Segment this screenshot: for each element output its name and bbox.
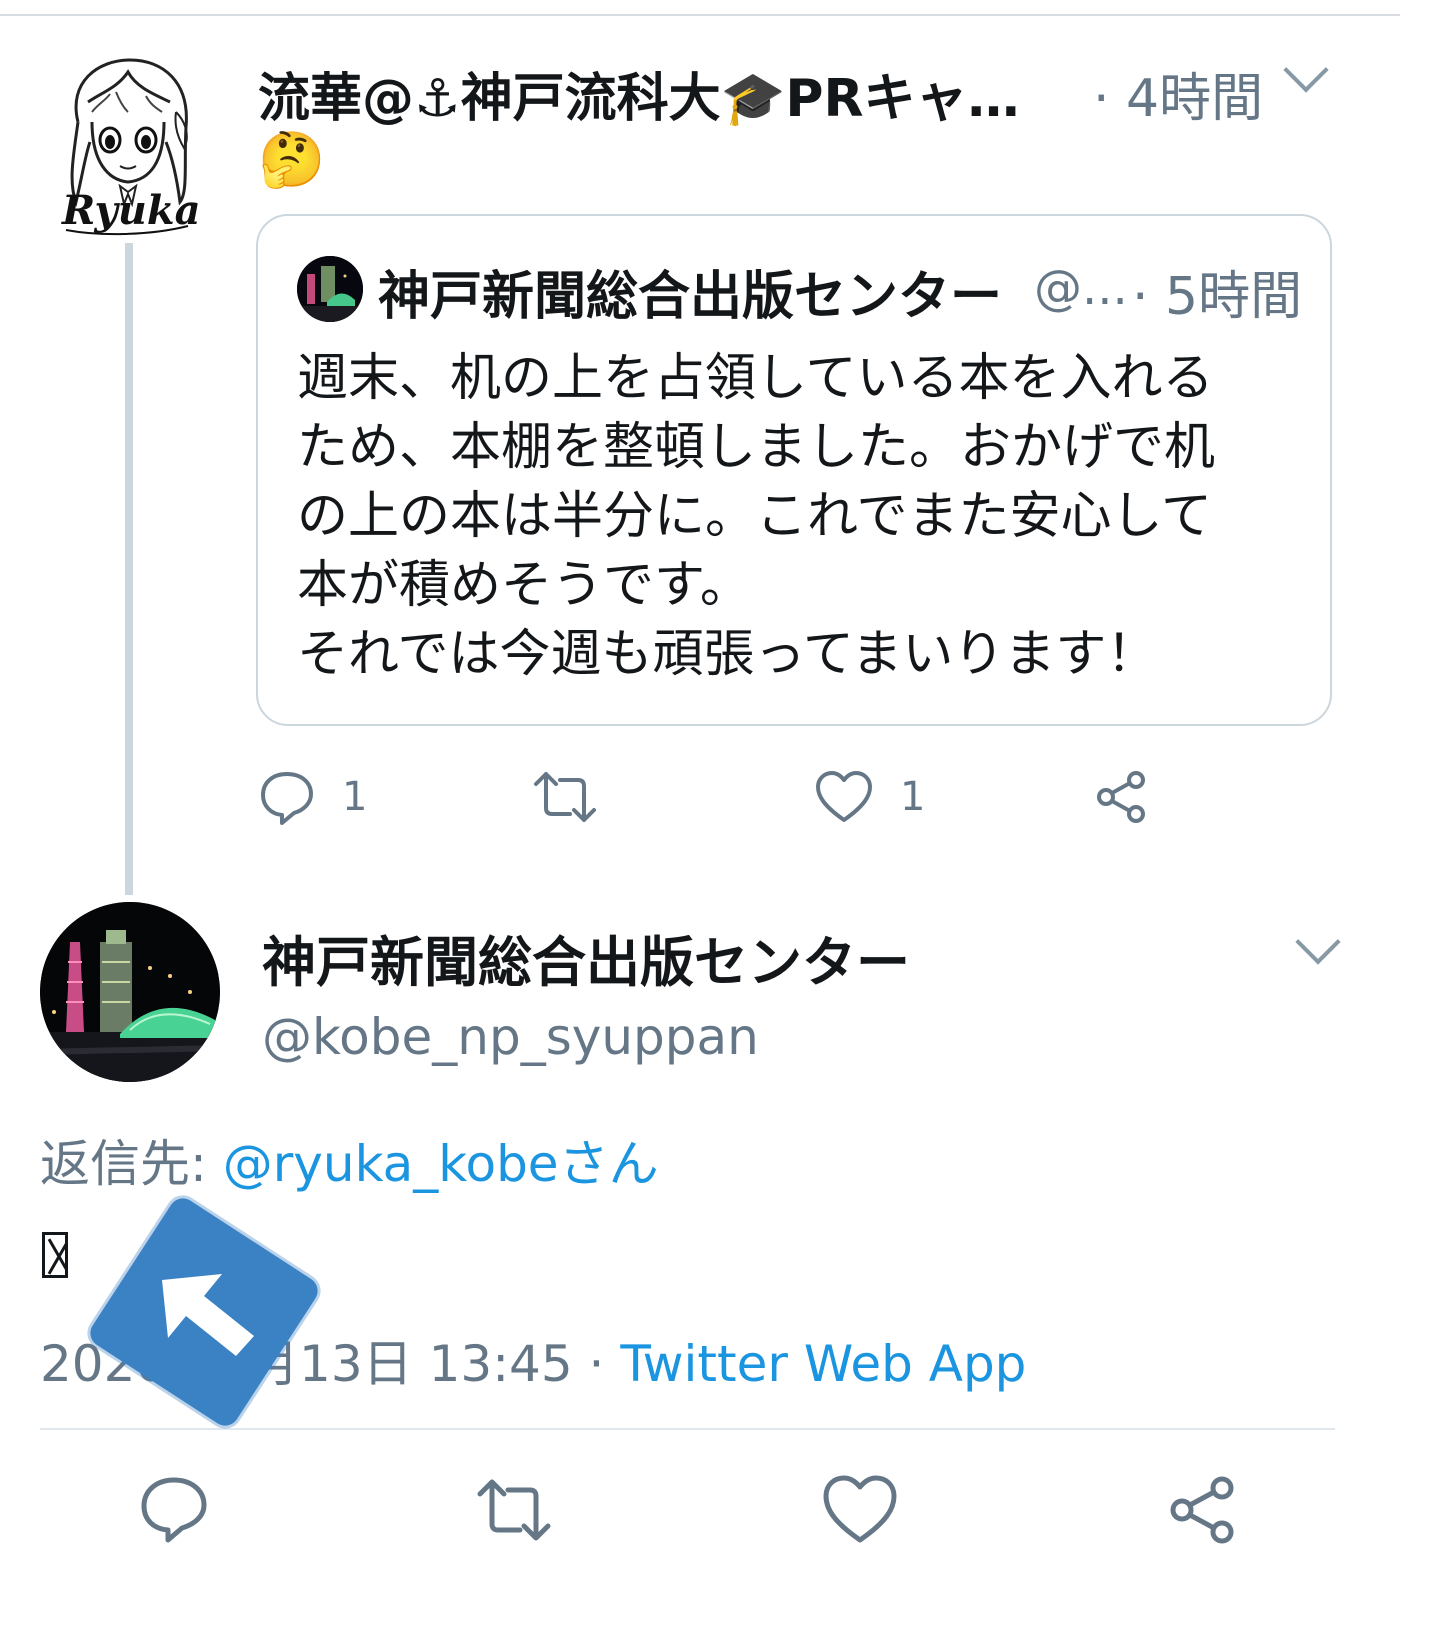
like-count: 1 <box>900 774 926 820</box>
reply-target-link[interactable]: @ryuka_kobeさん <box>223 1135 659 1193</box>
quoted-author-avatar <box>297 256 363 322</box>
share-button[interactable] <box>1092 762 1150 832</box>
quoted-text-line: 本が積めそうです。 <box>297 556 751 615</box>
share-button[interactable] <box>1164 1470 1244 1550</box>
quoted-text-line: ため、本棚を整頓しました。おかげで机 <box>297 418 1216 477</box>
author-avatar[interactable]: Ryuka <box>58 52 201 242</box>
thinking-face-emoji: 🤔 <box>258 128 326 191</box>
action-divider <box>40 1428 1335 1430</box>
like-icon <box>816 771 872 822</box>
like-button[interactable]: 1 <box>814 762 925 832</box>
author-name[interactable]: 流華@⚓神戸流科大🎓PRキャ… <box>258 56 1020 131</box>
missing-glyph-box <box>42 1232 68 1278</box>
retweet-icon <box>477 1479 551 1541</box>
quoted-author-name: 神戸新聞総合出版センター <box>378 267 1003 327</box>
thread-connector-line <box>125 243 133 895</box>
reply-prefix: 返信先: <box>40 1135 223 1193</box>
quoted-tweet-text: 週末、机の上を占領している本を入れる ため、本棚を整頓しました。おかげで机 の上… <box>297 344 1307 689</box>
quoted-author-handle: @... <box>1034 260 1128 316</box>
quoted-text-line: それでは今週も頑張ってまいります！ <box>297 625 1158 684</box>
quoted-text-line: 週末、机の上を占領している本を入れる <box>297 349 1214 408</box>
share-icon <box>1170 1476 1234 1544</box>
quoted-tweet-card[interactable]: 神戸新聞総合出版センター @... · 5時間 週末、机の上を占領している本を入… <box>256 214 1332 726</box>
reply-button[interactable]: 1 <box>258 762 367 832</box>
share-icon <box>1097 771 1145 823</box>
top-divider <box>0 14 1400 16</box>
main-author-avatar[interactable] <box>40 902 220 1082</box>
reply-count: 1 <box>342 774 368 820</box>
retweet-icon <box>534 772 596 822</box>
tweet-actions-bar: 1 1 <box>258 762 1218 832</box>
chevron-down-icon[interactable] <box>1283 47 1329 93</box>
reply-icon <box>261 772 313 825</box>
retweet-button[interactable] <box>532 762 598 832</box>
tweet-header: 流華@⚓神戸流科大🎓PRキャ… · 4時間 <box>258 47 1358 129</box>
reply-icon <box>141 1477 207 1543</box>
retweet-button[interactable] <box>474 1470 554 1550</box>
main-author-name[interactable]: 神戸新聞総合出版センター <box>262 918 910 997</box>
tweet-timestamp[interactable]: · 4時間 <box>1093 56 1263 131</box>
tweet-source-link[interactable]: Twitter Web App <box>620 1335 1026 1393</box>
like-button[interactable] <box>820 1470 900 1550</box>
quoted-text-line: の上の本は半分に。これでまた安心して <box>297 487 1212 546</box>
quoted-tweet-timestamp: · 5時間 <box>1132 267 1303 327</box>
replying-to: 返信先: @ryuka_kobeさん <box>40 1124 659 1196</box>
svg-text:Ryuka: Ryuka <box>61 187 198 234</box>
chevron-down-icon[interactable] <box>1295 919 1341 965</box>
reply-button[interactable] <box>134 1470 214 1550</box>
like-icon <box>823 1475 897 1543</box>
main-author-handle[interactable]: @kobe_np_syuppan <box>262 1008 759 1066</box>
main-tweet-actions-bar <box>0 1470 1439 1550</box>
